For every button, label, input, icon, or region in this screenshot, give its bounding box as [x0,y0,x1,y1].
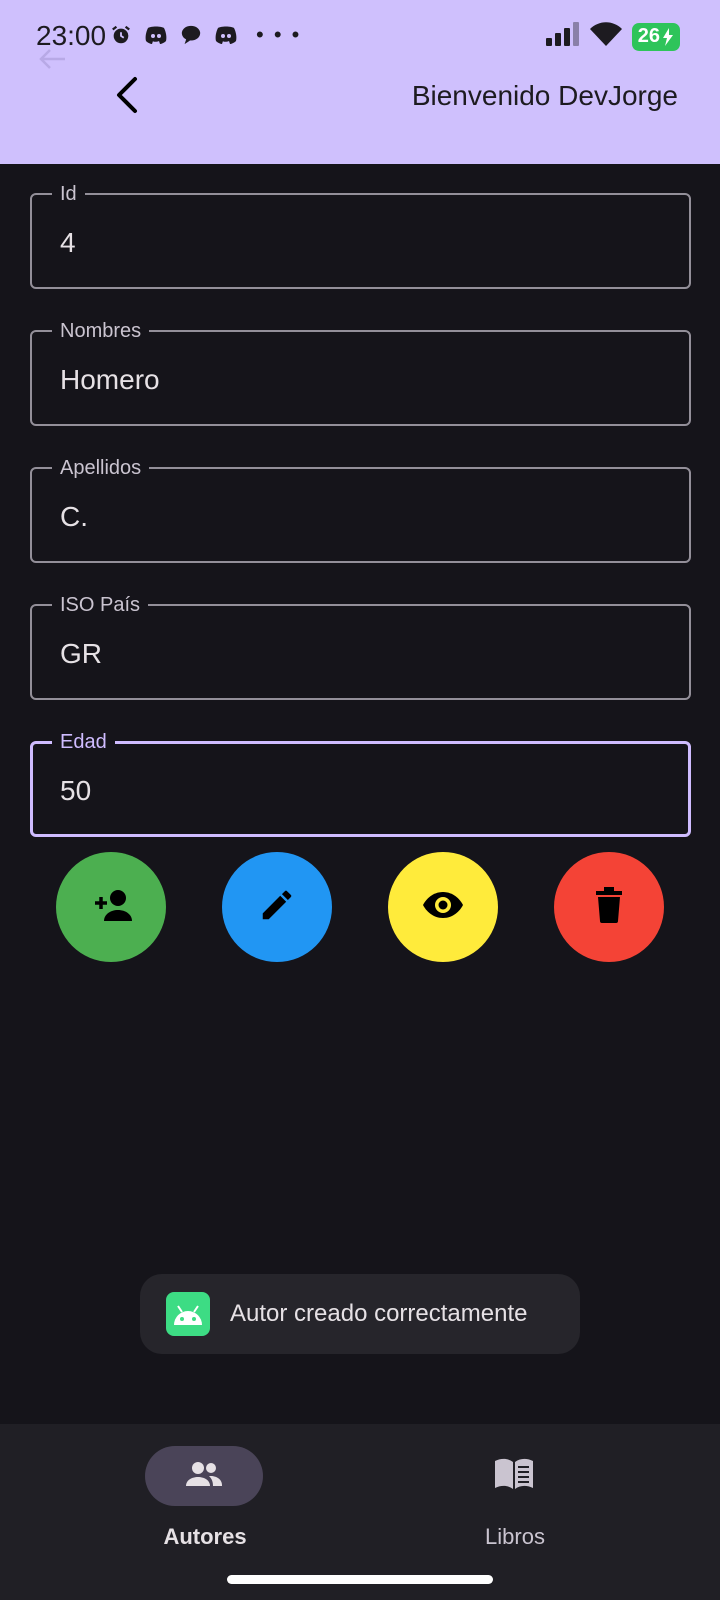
bottom-navigation: Autores Libros [0,1424,720,1600]
apellidos-field-value: C. [60,501,88,532]
discord-icon [214,25,238,45]
edad-field-value: 50 [60,775,92,806]
battery-charging-icon: 26 [631,22,680,51]
nav-label-libros: Libros [485,1524,545,1549]
pencil-icon [258,886,296,929]
apellidos-field-label: Apellidos [52,454,150,482]
iso-pais-field[interactable]: ISO País GR [30,591,691,700]
alarm-icon [110,24,132,46]
edad-field-label: Edad [52,728,115,756]
back-button[interactable] [102,68,152,126]
iso-pais-field-value: GR [60,638,102,669]
id-field-value: 4 [60,227,76,258]
nav-indicator [455,1446,573,1506]
chat-bubble-icon [180,24,202,46]
edad-field[interactable]: Edad 50 [30,728,691,837]
nav-label-autores: Autores [163,1524,247,1549]
status-system-icons: 26 [545,22,680,51]
page-title: Bienvenido DevJorge [411,80,678,111]
edit-author-button[interactable] [222,852,332,962]
wifi-icon [589,22,622,51]
battery-level: 26 [637,25,660,47]
iso-pais-field-label: ISO País [52,591,149,619]
apellidos-field[interactable]: Apellidos C. [30,454,691,563]
id-field-label: Id [52,180,85,208]
nav-item-autores[interactable]: Autores [105,1446,305,1556]
nav-indicator [145,1446,263,1506]
more-dots-icon: • • • [256,22,302,47]
add-author-button[interactable] [56,852,166,962]
book-icon [493,1457,535,1496]
arrow-left-icon [38,48,66,75]
android-icon [166,1292,210,1336]
nombres-field[interactable]: Nombres Homero [30,317,691,426]
discord-icon [144,25,168,45]
signal-icon [545,22,580,51]
app-bar: 23:00 • • • 26 Bienvenido DevJorge [0,0,720,164]
status-notification-icons: • • • [110,24,301,46]
view-author-button[interactable] [388,852,498,962]
chevron-left-icon [113,75,141,120]
eye-icon [422,890,464,925]
toast-notification: Autor creado correctamente [140,1274,580,1354]
home-indicator[interactable] [227,1575,493,1584]
nav-item-libros[interactable]: Libros [415,1446,615,1556]
toast-message: Autor creado correctamente [230,1300,528,1327]
nombres-field-label: Nombres [52,317,150,345]
person-add-icon [89,887,133,928]
delete-author-button[interactable] [554,852,664,962]
people-icon [183,1460,225,1493]
id-field[interactable]: Id 4 [30,180,691,289]
nombres-field-value: Homero [60,364,160,395]
trash-icon [594,886,624,928]
